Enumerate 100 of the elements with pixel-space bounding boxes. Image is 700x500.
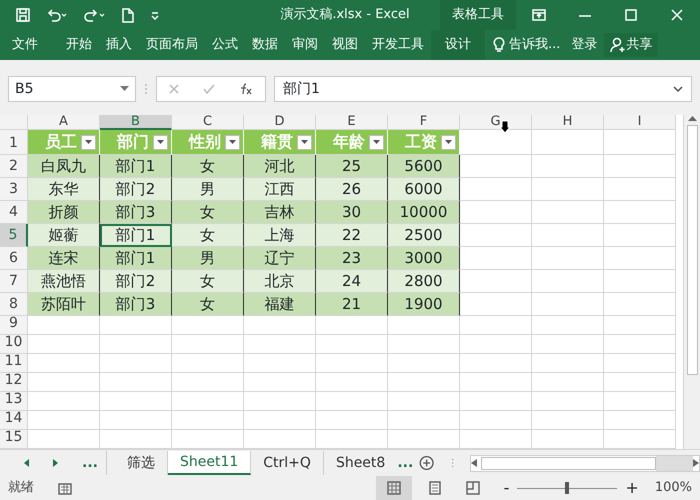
zoom-out-button[interactable]: - xyxy=(504,476,510,500)
splitter-icon[interactable] xyxy=(450,457,454,469)
grid-cell[interactable] xyxy=(460,392,532,411)
column-header[interactable]: E xyxy=(316,115,388,130)
grid-cell[interactable] xyxy=(532,293,604,316)
row-header[interactable]: 14 xyxy=(0,411,28,430)
filter-button[interactable] xyxy=(369,134,384,150)
grid-cell[interactable] xyxy=(460,247,532,270)
grid-cell[interactable] xyxy=(532,155,604,178)
grid-cell[interactable] xyxy=(460,373,532,392)
row-header[interactable]: 5 xyxy=(0,224,28,247)
maximize-icon[interactable] xyxy=(623,8,639,22)
grid-cell[interactable] xyxy=(28,373,100,392)
grid-cell[interactable] xyxy=(28,335,100,354)
customize-toolbar-icon[interactable] xyxy=(150,10,160,20)
filter-button[interactable] xyxy=(153,134,168,150)
column-header[interactable]: A xyxy=(28,115,100,130)
zoom-slider-thumb[interactable] xyxy=(565,482,570,494)
horizontal-scrollbar[interactable] xyxy=(470,454,700,472)
grid-cell[interactable] xyxy=(604,373,676,392)
next-sheet-icon[interactable] xyxy=(53,459,58,467)
row-header[interactable]: 8 xyxy=(0,293,28,316)
grid-cell[interactable] xyxy=(604,392,676,411)
grid-cell[interactable] xyxy=(532,354,604,373)
grid-cell[interactable] xyxy=(460,224,532,247)
row-header[interactable]: 6 xyxy=(0,247,28,270)
row-header[interactable]: 2 xyxy=(0,155,28,178)
grid-cell[interactable] xyxy=(388,392,460,411)
grid-cell[interactable] xyxy=(172,335,244,354)
row-header[interactable]: 10 xyxy=(0,335,28,354)
grid-cell[interactable] xyxy=(604,354,676,373)
ribbon-tab[interactable]: 视图 xyxy=(325,30,365,60)
grid-cell[interactable] xyxy=(100,411,172,430)
grid-cell[interactable] xyxy=(28,392,100,411)
grid-cell[interactable] xyxy=(532,224,604,247)
zoom-level-text[interactable]: 100% xyxy=(654,478,700,498)
grid-cell[interactable] xyxy=(388,373,460,392)
ribbon-tab[interactable]: 开发工具 xyxy=(365,30,431,60)
grid-cell[interactable] xyxy=(100,373,172,392)
grid-cell[interactable] xyxy=(604,178,676,201)
confirm-icon[interactable] xyxy=(203,84,215,94)
grid-cell[interactable] xyxy=(532,335,604,354)
undo-icon[interactable] xyxy=(46,8,68,22)
dropdown-icon[interactable] xyxy=(120,86,129,92)
ribbon-display-icon[interactable] xyxy=(531,8,547,22)
close-icon[interactable] xyxy=(669,8,685,22)
ribbon-tab[interactable]: 公式 xyxy=(205,30,245,60)
filter-button[interactable] xyxy=(81,134,96,150)
grid-cell[interactable] xyxy=(604,270,676,293)
grid-cell[interactable] xyxy=(172,316,244,335)
grid-cell[interactable] xyxy=(316,373,388,392)
grid-cell[interactable] xyxy=(172,392,244,411)
filter-button[interactable] xyxy=(441,134,456,150)
column-header[interactable]: F xyxy=(388,115,460,130)
grid-cell[interactable] xyxy=(532,130,604,155)
grid-cell[interactable] xyxy=(604,335,676,354)
ribbon-tab[interactable]: 开始 xyxy=(52,30,99,60)
sheet-tab[interactable]: Ctrl+Q xyxy=(251,451,324,475)
redo-icon[interactable] xyxy=(84,8,106,22)
grid-cell[interactable] xyxy=(388,316,460,335)
grid-cell[interactable] xyxy=(388,335,460,354)
grid-cell[interactable] xyxy=(604,224,676,247)
normal-view-button[interactable] xyxy=(376,476,412,500)
grid-cell[interactable] xyxy=(100,354,172,373)
grid-cell[interactable] xyxy=(460,354,532,373)
column-header[interactable]: B xyxy=(100,115,172,130)
drag-handle-icon[interactable] xyxy=(144,83,148,95)
grid-cell[interactable] xyxy=(604,411,676,430)
grid-cell[interactable] xyxy=(604,247,676,270)
sheet-tab[interactable]: Sheet8 xyxy=(324,451,398,475)
grid-cell[interactable] xyxy=(532,392,604,411)
grid-cell[interactable] xyxy=(604,293,676,316)
grid-cell[interactable] xyxy=(244,411,316,430)
page-break-view-icon[interactable] xyxy=(466,481,480,495)
column-header[interactable]: I xyxy=(604,115,676,130)
grid-cell[interactable] xyxy=(172,373,244,392)
grid-cell[interactable] xyxy=(388,411,460,430)
grid-cell[interactable] xyxy=(532,316,604,335)
sheet-tab[interactable]: Sheet11 xyxy=(168,451,252,475)
select-all-corner[interactable] xyxy=(0,115,28,130)
grid-cell[interactable] xyxy=(532,270,604,293)
grid-cell[interactable] xyxy=(172,354,244,373)
more-sheets-button[interactable]: ... xyxy=(397,451,420,475)
column-header[interactable]: C xyxy=(172,115,244,130)
grid-cell[interactable] xyxy=(244,373,316,392)
save-icon[interactable] xyxy=(16,8,30,22)
grid-cell[interactable] xyxy=(100,335,172,354)
grid-cell[interactable] xyxy=(604,130,676,155)
grid-cell[interactable] xyxy=(244,335,316,354)
grid-cell[interactable] xyxy=(28,411,100,430)
row-header[interactable]: 12 xyxy=(0,373,28,392)
cancel-icon[interactable] xyxy=(169,84,179,94)
grid-cell[interactable] xyxy=(244,392,316,411)
scroll-thumb[interactable] xyxy=(686,125,698,375)
grid-cell[interactable] xyxy=(532,373,604,392)
scroll-left-icon[interactable] xyxy=(471,459,477,467)
ribbon-tab[interactable]: 文件 xyxy=(0,30,52,60)
zoom-in-button[interactable]: + xyxy=(625,476,639,500)
column-header[interactable]: D xyxy=(244,115,316,130)
filter-button[interactable] xyxy=(297,134,312,150)
